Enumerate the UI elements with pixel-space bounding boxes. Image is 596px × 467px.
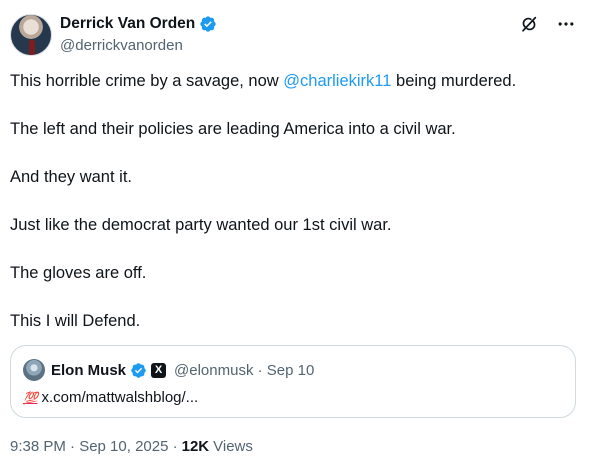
quoted-handle-date[interactable]: @elonmusk · Sep 10 bbox=[174, 362, 314, 379]
x-affiliation-icon: X bbox=[151, 363, 167, 378]
tweet-line-6: This I will Defend. bbox=[10, 312, 141, 330]
quoted-author-name[interactable]: Elon Musk bbox=[51, 362, 126, 379]
quoted-tweet-text: 💯 x.com/mattwalshblog/... bbox=[23, 389, 198, 406]
author-name-row: Derrick Van Orden bbox=[60, 15, 217, 33]
quoted-author-avatar[interactable] bbox=[23, 359, 45, 381]
tweet-line-1-after: being murdered. bbox=[391, 72, 517, 90]
author-handle[interactable]: @derrickvanorden bbox=[60, 37, 183, 54]
verified-badge-icon bbox=[200, 16, 216, 32]
tweet-metadata: 9:38 PM · Sep 10, 2025 · 12K Views bbox=[10, 438, 253, 455]
tweet-line-5: The gloves are off. bbox=[10, 264, 147, 282]
more-options-icon[interactable] bbox=[556, 14, 576, 34]
views-label: Views bbox=[213, 438, 253, 455]
quoted-link-text[interactable]: x.com/mattwalshblog/... bbox=[41, 389, 198, 406]
tweet-text: This horrible crime by a savage, now @ch… bbox=[10, 69, 580, 357]
quoted-tweet-header: Elon Musk X @elonmusk · Sep 10 bbox=[51, 362, 314, 379]
views-count: 12K bbox=[181, 438, 210, 455]
quoted-verified-badge-icon bbox=[131, 363, 146, 378]
tweet-card: Derrick Van Orden @derrickvanorden This … bbox=[0, 0, 596, 467]
tweet-line-3: And they want it. bbox=[10, 168, 132, 186]
tweet-line-1: This horrible crime by a savage, now @ch… bbox=[10, 69, 580, 93]
grok-icon[interactable] bbox=[520, 15, 538, 33]
author-avatar[interactable] bbox=[10, 14, 52, 56]
quoted-tweet[interactable]: Elon Musk X @elonmusk · Sep 10 💯 x.com/m… bbox=[10, 345, 576, 418]
tweet-line-2: The left and their policies are leading … bbox=[10, 120, 456, 138]
mention-link[interactable]: @charliekirk11 bbox=[283, 72, 391, 90]
avatar-tie bbox=[29, 40, 35, 55]
tweet-timestamp[interactable]: 9:38 PM · Sep 10, 2025 · bbox=[10, 438, 178, 455]
tweet-line-1-before: This horrible crime by a savage, now bbox=[10, 72, 284, 90]
hundred-points-icon: 💯 bbox=[23, 390, 38, 405]
tweet-line-4: Just like the democrat party wanted our … bbox=[10, 216, 392, 234]
top-actions bbox=[520, 14, 576, 34]
author-display-name[interactable]: Derrick Van Orden bbox=[60, 15, 195, 33]
